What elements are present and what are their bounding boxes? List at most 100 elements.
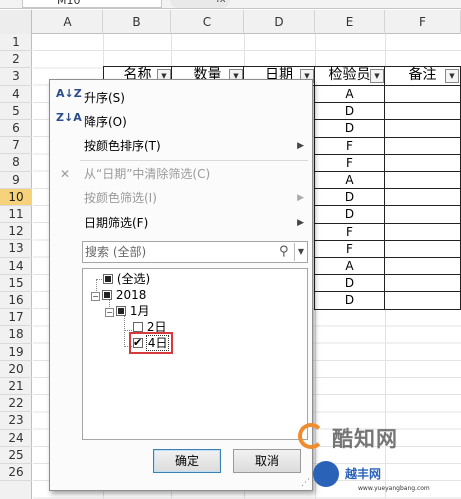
row-header-6[interactable]: 6 <box>0 120 32 138</box>
notes-cell[interactable] <box>384 206 461 224</box>
row-header-16[interactable]: 16 <box>0 292 32 310</box>
checkbox-unchecked[interactable] <box>133 322 143 332</box>
inspector-cell[interactable]: D <box>314 120 385 138</box>
inspector-cell[interactable]: A <box>314 86 385 104</box>
name-box[interactable]: M10 <box>22 0 162 8</box>
ok-button[interactable]: 确定 <box>153 449 221 473</box>
insert-function-button[interactable]: fx <box>170 0 230 8</box>
notes-cell[interactable] <box>384 103 461 121</box>
inspector-cell[interactable]: D <box>314 292 385 310</box>
inspector-cell[interactable]: D <box>314 189 385 207</box>
row-header-11[interactable]: 11 <box>0 206 32 224</box>
tree-item-select-all[interactable]: (全选) <box>103 271 150 287</box>
menu-divider <box>80 160 308 161</box>
filter-value-tree: (全选) − 2018 − 1月 2日 4日 <box>82 268 308 440</box>
collapse-icon[interactable]: − <box>105 308 114 317</box>
row-header-bar: 1 2 3 4 5 6 7 8 9 10 11 12 13 14 15 16 17 18 19 20 21 22 23 24 2… <box>0 34 32 499</box>
row-header-8[interactable]: 8 <box>0 154 32 172</box>
inspector-cell[interactable]: F <box>314 223 385 241</box>
notes-cell[interactable] <box>384 189 461 207</box>
row-header-1[interactable]: 1 <box>0 34 32 52</box>
filter-search-input[interactable] <box>85 243 275 261</box>
row-header-18[interactable]: 18 <box>0 326 32 344</box>
cancel-button[interactable]: 取消 <box>233 449 301 473</box>
search-options-dropdown[interactable]: ▼ <box>294 243 307 261</box>
row-header-14[interactable]: 14 <box>0 258 32 275</box>
column-header-b[interactable]: B <box>103 10 171 34</box>
column-header-a[interactable]: A <box>33 10 103 34</box>
table-header-notes: 备注 ▼ <box>384 66 461 86</box>
notes-cell[interactable] <box>384 172 461 190</box>
inspector-cell[interactable]: D <box>314 103 385 121</box>
filter-dropdown-button[interactable]: ▼ <box>370 69 384 83</box>
row-header-13[interactable]: 13 <box>0 240 32 258</box>
sort-descending-item[interactable]: Z↓A 降序(O) <box>50 110 312 134</box>
tree-item-label: (全选) <box>116 272 151 286</box>
row-header-22[interactable]: 22 <box>0 395 32 413</box>
header-text: 备注 <box>408 67 437 83</box>
notes-cell[interactable] <box>384 137 461 155</box>
row-header-20[interactable]: 20 <box>0 361 32 378</box>
inspector-cell[interactable]: A <box>314 172 385 190</box>
header-text: 检验员 <box>328 67 371 83</box>
row-header-5[interactable]: 5 <box>0 103 32 120</box>
checkbox-partial[interactable] <box>103 274 113 284</box>
inspector-cell[interactable]: A <box>314 258 385 276</box>
inspector-cell[interactable]: D <box>314 275 385 293</box>
sort-ascending-label: 升序(S) <box>84 91 125 105</box>
annotation-highlight-box <box>129 332 173 354</box>
clear-filter-item[interactable]: ✕ 从“日期”中清除筛选(C) <box>50 162 312 186</box>
inspector-cell[interactable]: F <box>314 137 385 155</box>
filter-by-color-item[interactable]: 按颜色筛选(I) ▶ <box>50 186 312 210</box>
select-all-corner[interactable] <box>0 10 32 34</box>
checkbox-partial[interactable] <box>116 306 126 316</box>
row-header-12[interactable]: 12 <box>0 223 32 241</box>
filter-dropdown-button[interactable]: ▼ <box>445 69 459 83</box>
tree-item-month-1[interactable]: − 1月 <box>105 303 149 319</box>
clear-filter-label: 从“日期”中清除筛选(C) <box>84 167 211 181</box>
row-header-25[interactable]: 25 <box>0 447 32 464</box>
filter-search-box: ⚲ ▼ <box>82 241 308 263</box>
column-header-c[interactable]: C <box>171 10 244 34</box>
inspector-cell[interactable]: D <box>314 206 385 224</box>
inspector-cell[interactable]: F <box>314 240 385 258</box>
tree-item-year-2018[interactable]: − 2018 <box>91 287 146 303</box>
notes-cell[interactable] <box>384 86 461 104</box>
row-header-9[interactable]: 9 <box>0 172 32 189</box>
row-header-15[interactable]: 15 <box>0 275 32 292</box>
checkbox-partial[interactable] <box>102 290 112 300</box>
row-header-26[interactable]: 26 <box>0 464 32 482</box>
date-filters-item[interactable]: 日期筛选(F) ▶ <box>50 211 312 235</box>
clear-filter-icon: ✕ <box>59 167 71 181</box>
autofilter-dropdown: A↓Z 升序(S) Z↓A 降序(O) 按颜色排序(T) ▶ ✕ 从“日期”中清… <box>49 79 313 491</box>
row-header-3[interactable]: 3 <box>0 68 32 86</box>
row-header-2[interactable]: 2 <box>0 51 32 69</box>
filter-by-color-label: 按颜色筛选(I) <box>84 191 157 205</box>
notes-cell[interactable] <box>384 275 461 293</box>
notes-cell[interactable] <box>384 223 461 241</box>
inspector-cell[interactable]: F <box>314 154 385 172</box>
row-header-19[interactable]: 19 <box>0 344 32 361</box>
sort-ascending-item[interactable]: A↓Z 升序(S) <box>50 86 312 110</box>
notes-cell[interactable] <box>384 154 461 172</box>
search-icon[interactable]: ⚲ <box>279 243 293 261</box>
row-header-4[interactable]: 4 <box>0 86 32 103</box>
resize-grip-icon[interactable]: ⋰ <box>301 478 310 488</box>
row-header-10[interactable]: 10 <box>0 188 32 206</box>
column-header-d[interactable]: D <box>244 10 315 34</box>
notes-cell[interactable] <box>384 240 461 258</box>
row-header-17[interactable]: 17 <box>0 309 32 327</box>
row-header-21[interactable]: 21 <box>0 378 32 396</box>
column-header-e[interactable]: E <box>315 10 385 34</box>
row-header-7[interactable]: 7 <box>0 137 32 155</box>
notes-cell[interactable] <box>384 292 461 310</box>
sort-descending-label: 降序(O) <box>84 115 127 129</box>
notes-cell[interactable] <box>384 258 461 276</box>
submenu-arrow-icon: ▶ <box>297 193 304 203</box>
sort-by-color-item[interactable]: 按颜色排序(T) ▶ <box>50 134 312 158</box>
row-header-23[interactable]: 23 <box>0 412 32 430</box>
collapse-icon[interactable]: − <box>91 292 100 301</box>
row-header-24[interactable]: 24 <box>0 430 32 447</box>
notes-cell[interactable] <box>384 120 461 138</box>
column-header-f[interactable]: F <box>385 10 461 34</box>
